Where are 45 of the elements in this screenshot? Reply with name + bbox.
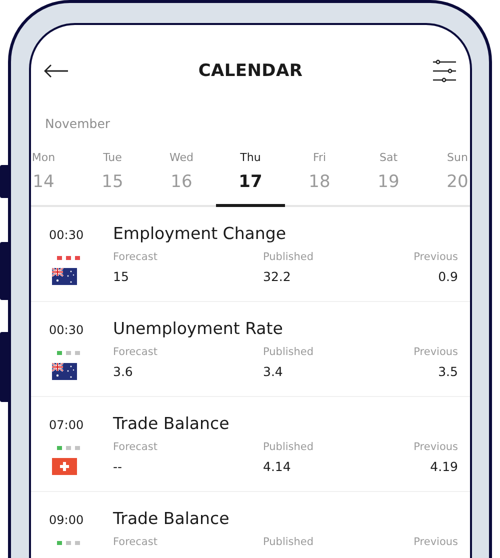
previous-value: 4.19 bbox=[429, 459, 458, 474]
day-tab[interactable]: Wed 16 bbox=[147, 151, 216, 207]
forecast-label: Forecast bbox=[113, 251, 158, 263]
previous-label: Previous bbox=[414, 251, 458, 263]
sliders-icon bbox=[432, 59, 458, 83]
forecast-value: -- bbox=[113, 459, 124, 474]
back-arrow-icon bbox=[44, 64, 68, 78]
event-row[interactable]: 07:00 Trade Balance Forecast Published Previous -- 4.14 4.19 bbox=[31, 397, 470, 492]
day-tab[interactable]: Fri 18 bbox=[285, 151, 354, 207]
previous-label: Previous bbox=[414, 441, 458, 453]
previous-label: Previous bbox=[414, 536, 458, 548]
published-value: 4.14 bbox=[263, 459, 292, 474]
published-value: 32.2 bbox=[263, 269, 292, 284]
event-time: 00:30 bbox=[49, 323, 84, 337]
published-label: Published bbox=[263, 441, 315, 453]
day-tab[interactable]: Mon 14 bbox=[31, 151, 78, 207]
previous-value: 3.5 bbox=[437, 364, 458, 379]
published-value: 3.4 bbox=[263, 364, 284, 379]
event-time: 09:00 bbox=[49, 513, 84, 527]
event-time: 00:30 bbox=[49, 228, 84, 242]
month-label: November bbox=[45, 116, 112, 131]
day-tab[interactable]: Sun 20 bbox=[423, 151, 470, 207]
forecast-label: Forecast bbox=[113, 441, 158, 453]
day-tab[interactable]: Thu 17 bbox=[216, 151, 285, 207]
published-label: Published bbox=[263, 251, 315, 263]
event-title: Trade Balance bbox=[113, 509, 230, 529]
previous-label: Previous bbox=[414, 346, 458, 358]
filter-button[interactable] bbox=[432, 58, 458, 84]
event-time: 07:00 bbox=[49, 418, 84, 432]
forecast-label: Forecast bbox=[113, 346, 158, 358]
event-row[interactable]: 00:30 Employment Change Forecast Published Previous 15 32.2 0.9 bbox=[31, 207, 470, 302]
event-title: Trade Balance bbox=[113, 414, 230, 434]
event-title: Unemployment Rate bbox=[113, 319, 284, 339]
day-tab[interactable]: Sat 19 bbox=[354, 151, 423, 207]
day-tab[interactable]: Tue 15 bbox=[78, 151, 147, 207]
event-row[interactable]: 00:30 Unemployment Rate Forecast Published Previous 3.6 3.4 3.5 bbox=[31, 302, 470, 397]
event-title: Employment Change bbox=[113, 224, 287, 244]
forecast-label: Forecast bbox=[113, 536, 158, 548]
forecast-value: 15 bbox=[113, 269, 130, 284]
published-label: Published bbox=[263, 536, 315, 548]
forecast-value: 3.6 bbox=[113, 364, 134, 379]
page-title: CALENDAR bbox=[198, 61, 303, 81]
published-label: Published bbox=[263, 346, 315, 358]
event-row[interactable]: 09:00 Trade Balance Forecast Published Previous bbox=[31, 492, 470, 558]
previous-value: 0.9 bbox=[437, 269, 458, 284]
